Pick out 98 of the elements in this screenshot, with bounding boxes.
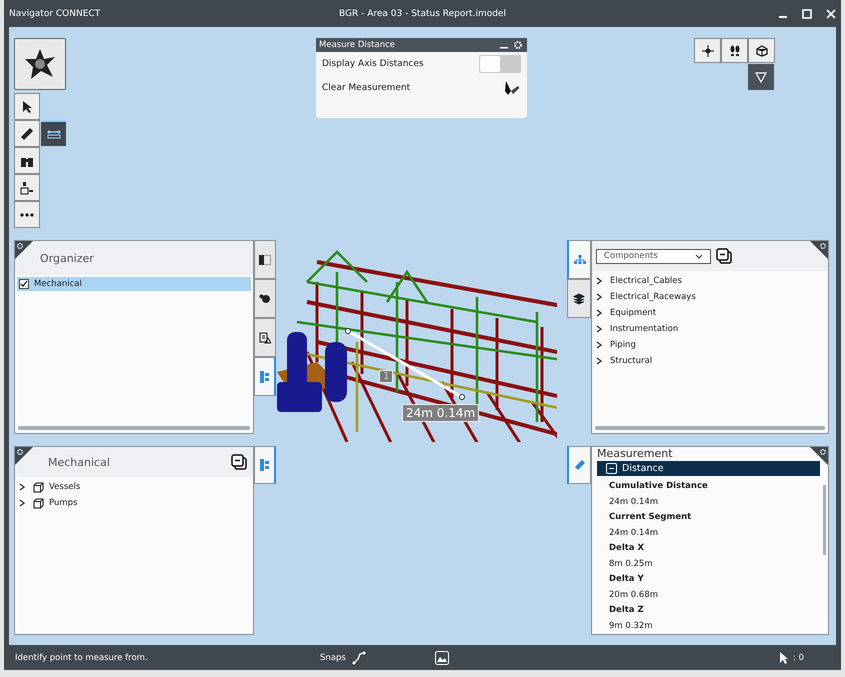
option-label: Display Axis Distances xyxy=(322,59,424,69)
search-tool-button[interactable] xyxy=(14,147,40,174)
app-name: Navigator CONNECT xyxy=(9,8,100,18)
organizer-item[interactable]: Mechanical xyxy=(17,277,251,291)
select-tool-button[interactable] xyxy=(14,93,40,120)
funnel-icon xyxy=(755,71,767,83)
snaps-label: Snaps xyxy=(320,652,346,662)
chevron-icon[interactable] xyxy=(596,357,602,365)
toggle-switch[interactable] xyxy=(479,55,521,73)
field-value: 24m 0.14m xyxy=(609,526,660,540)
tree-item[interactable]: Electrical_Raceways xyxy=(592,289,828,305)
panel-title: Measure Distance xyxy=(319,40,396,50)
shapes-icon xyxy=(259,294,271,304)
tree-item[interactable]: Pumps xyxy=(15,495,253,511)
field-value: 20m 0.68m xyxy=(609,588,660,602)
tree-item[interactable]: Vessels xyxy=(15,479,253,495)
scrollbar[interactable] xyxy=(18,426,250,430)
option-label: Clear Measurement xyxy=(322,83,410,93)
settings-icon[interactable] xyxy=(15,447,33,465)
chevron-icon[interactable] xyxy=(19,499,25,507)
point-label: 1 xyxy=(379,370,394,383)
scrollbar[interactable] xyxy=(595,426,825,430)
tree-icon xyxy=(260,459,270,471)
walk-button[interactable] xyxy=(721,38,748,63)
3d-viewport[interactable] xyxy=(9,27,836,645)
collapse-all-icon[interactable] xyxy=(231,454,247,470)
panel-title: Mechanical xyxy=(48,456,110,468)
panel-title: Measurement xyxy=(597,447,673,460)
view-filter-button[interactable] xyxy=(748,64,774,90)
field-value: 9m 0.32m xyxy=(609,620,654,632)
settings-icon[interactable] xyxy=(810,447,828,465)
field-label: Delta Z xyxy=(609,604,645,617)
collapse-icon xyxy=(606,463,617,474)
pan-button[interactable] xyxy=(694,38,721,63)
chevron-down-icon xyxy=(695,254,703,258)
cube-icon xyxy=(756,44,768,56)
chevron-icon[interactable] xyxy=(596,309,602,317)
window-title: BGR - Area 03 - Status Report.imodel xyxy=(339,8,506,18)
tree-icon xyxy=(260,370,270,382)
tree-item[interactable]: Piping xyxy=(592,337,828,353)
compass-icon xyxy=(23,47,57,81)
chevron-icon[interactable] xyxy=(19,483,25,491)
cursor-icon xyxy=(779,650,789,664)
ruler-icon xyxy=(20,126,34,140)
eraser-icon[interactable] xyxy=(503,79,521,97)
split-icon xyxy=(259,254,271,264)
settings-icon[interactable] xyxy=(810,241,828,259)
field-label: Delta Y xyxy=(609,573,645,586)
distance-section-header[interactable]: Distance xyxy=(597,461,820,476)
panel-tab[interactable] xyxy=(254,279,276,318)
collapse-all-icon[interactable] xyxy=(716,248,732,264)
field-label: Current Segment xyxy=(609,511,692,524)
selection-count: : 0 xyxy=(793,652,804,662)
ruler-icon xyxy=(574,459,586,471)
close-icon[interactable] xyxy=(826,8,836,18)
maximize-icon[interactable] xyxy=(802,8,812,18)
distance-icon xyxy=(46,129,60,139)
tree-item[interactable]: Instrumentation xyxy=(592,321,828,337)
layers-icon xyxy=(573,292,585,304)
tree-item[interactable]: Structural xyxy=(592,353,828,369)
chevron-icon[interactable] xyxy=(596,325,602,333)
field-value: 8m 0.25m xyxy=(609,558,654,570)
snap-icon[interactable] xyxy=(352,650,366,664)
chevron-icon[interactable] xyxy=(596,293,602,301)
compass-button[interactable] xyxy=(14,38,66,90)
chevron-icon[interactable] xyxy=(596,277,602,285)
crosshair-icon xyxy=(702,44,714,56)
footprints-icon xyxy=(728,44,740,56)
section-tool-button[interactable] xyxy=(14,174,40,201)
measure-distance-button[interactable] xyxy=(41,120,66,146)
settings-icon[interactable] xyxy=(15,241,33,259)
panel-tab[interactable] xyxy=(567,279,591,318)
settings-icon[interactable] xyxy=(514,41,522,49)
view-cube-button[interactable] xyxy=(748,38,775,63)
panel-tab[interactable] xyxy=(254,240,276,279)
image-icon[interactable] xyxy=(435,650,449,664)
section-icon xyxy=(20,180,34,194)
more-tools-button[interactable] xyxy=(14,201,40,228)
checkbox[interactable] xyxy=(19,279,29,289)
field-value: 24m 0.14m xyxy=(609,496,660,508)
panel-tab[interactable] xyxy=(254,318,276,357)
panel-title: Organizer xyxy=(40,252,94,264)
field-label: Delta X xyxy=(609,542,646,555)
cube-icon xyxy=(33,482,44,492)
document-icon xyxy=(259,332,271,344)
status-message: Identify point to measure from. xyxy=(15,652,148,662)
field-label: Cumulative Distance xyxy=(609,480,709,493)
tree-item[interactable]: Equipment xyxy=(592,305,828,321)
measure-tool-button[interactable] xyxy=(14,120,40,147)
components-dropdown[interactable]: Components xyxy=(596,248,711,264)
hierarchy-icon xyxy=(574,254,586,264)
tree-item[interactable]: Electrical_Cables xyxy=(592,273,828,289)
scrollbar[interactable] xyxy=(823,485,826,555)
distance-label: 24m 0.14m xyxy=(402,404,480,422)
cursor-icon xyxy=(21,100,33,114)
chevron-icon[interactable] xyxy=(596,341,602,349)
more-icon xyxy=(20,212,34,216)
cube-icon xyxy=(33,498,44,508)
